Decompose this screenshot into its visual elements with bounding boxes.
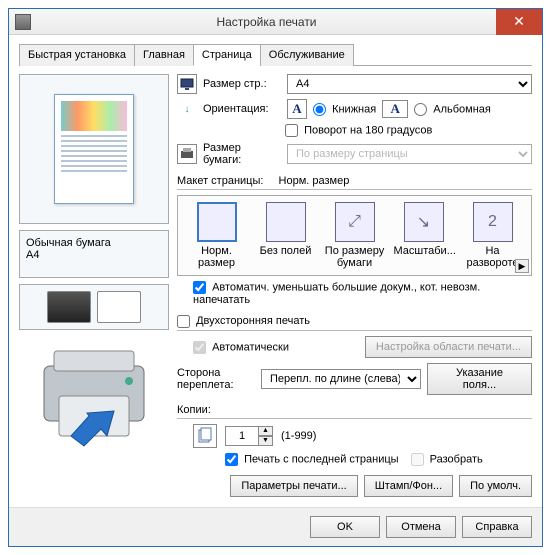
copies-row: ▲ ▼ (1-999) xyxy=(193,424,532,448)
binding-row: Сторона переплета: Перепл. по длине (сле… xyxy=(177,363,532,395)
layout-item-0[interactable]: Норм. размер xyxy=(187,202,247,269)
copies-header: Копии: xyxy=(177,402,532,419)
copies-spinner: ▲ ▼ xyxy=(225,426,273,446)
printer-icon xyxy=(177,144,197,164)
layout-header-row: Макет страницы: Норм. размер xyxy=(177,173,532,190)
landscape-radio-label[interactable]: Альбомная xyxy=(414,103,491,116)
portrait-radio-label[interactable]: Книжная xyxy=(313,103,376,116)
landscape-icon: A xyxy=(382,100,408,118)
tab-strip: Быстрая установкаГлавнаяСтраницаОбслужив… xyxy=(19,43,532,66)
duplex-label[interactable]: Двухсторонняя печать xyxy=(177,315,310,327)
printer-size-label2: бумаги: xyxy=(203,154,281,166)
autoreduce-row: Автоматич. уменьшать большие докум., кот… xyxy=(193,281,532,306)
tab-0[interactable]: Быстрая установка xyxy=(19,44,135,66)
printer-size-label1: Размер xyxy=(203,142,281,154)
tab-1[interactable]: Главная xyxy=(134,44,194,66)
layout-current: Норм. размер xyxy=(279,175,350,187)
orientation-row: ↓ Ориентация: A Книжная A Альбомная xyxy=(177,99,532,119)
dialog-body: Быстрая установкаГлавнаяСтраницаОбслужив… xyxy=(9,35,542,507)
bottom-button-row: Параметры печати... Штамп/Фон... По умол… xyxy=(177,475,532,497)
landscape-radio[interactable] xyxy=(414,103,427,116)
right-column: Размер стр.: A4 ↓ Ориентация: A Книжная … xyxy=(177,74,532,497)
copies-input[interactable] xyxy=(225,426,259,446)
tab-3[interactable]: Обслуживание xyxy=(260,44,354,66)
printer-size-select[interactable]: По размеру страницы xyxy=(287,144,532,164)
paper-size-text: A4 xyxy=(26,249,162,261)
tray-row xyxy=(19,284,169,330)
print-area-button[interactable]: Настройка области печати... xyxy=(365,336,532,358)
collate-checkbox[interactable] xyxy=(411,453,424,466)
orientation-label: Ориентация: xyxy=(203,103,281,115)
rotate180-checkbox[interactable] xyxy=(285,124,298,137)
paper-type-text: Обычная бумага xyxy=(26,237,162,249)
dialog-button-bar: OK Отмена Справка xyxy=(9,507,542,546)
app-icon xyxy=(15,14,31,30)
layout-header-label: Макет страницы: xyxy=(177,175,263,187)
left-column: Обычная бумага A4 xyxy=(19,74,169,497)
reverse-checkbox[interactable] xyxy=(225,453,238,466)
copies-up[interactable]: ▲ xyxy=(258,426,273,436)
layout-item-2[interactable]: ⤢По размеру бумаги xyxy=(325,202,385,269)
binding-label2: переплета: xyxy=(177,379,255,391)
layout-item-4[interactable]: 2На развороте xyxy=(463,202,523,269)
duplex-checkbox[interactable] xyxy=(177,315,190,328)
ok-button[interactable]: OK xyxy=(310,516,380,538)
layout-item-1[interactable]: Без полей xyxy=(256,202,316,269)
collate-label[interactable]: Разобрать xyxy=(411,453,483,466)
print-settings-window: Настройка печати ✕ Быстрая установкаГлав… xyxy=(8,8,543,547)
page-preview xyxy=(19,74,169,224)
stamp-button[interactable]: Штамп/Фон... xyxy=(364,475,453,497)
help-button[interactable]: Справка xyxy=(462,516,532,538)
reverse-label[interactable]: Печать с последней страницы xyxy=(225,453,399,466)
titlebar: Настройка печати ✕ xyxy=(9,9,542,35)
defaults-button[interactable]: По умолч. xyxy=(459,475,532,497)
binding-label1: Сторона xyxy=(177,367,255,379)
cancel-button[interactable]: Отмена xyxy=(386,516,456,538)
duplex-auto-checkbox[interactable] xyxy=(193,341,206,354)
tray-icon-light[interactable] xyxy=(97,291,141,323)
print-options-button[interactable]: Параметры печати... xyxy=(230,475,357,497)
copies-down[interactable]: ▼ xyxy=(258,436,273,446)
copies-icon xyxy=(193,424,217,448)
duplex-auto-row: Автоматически Настройка области печати..… xyxy=(193,336,532,358)
duplex-header: Двухсторонняя печать xyxy=(177,313,532,331)
page-size-label: Размер стр.: xyxy=(203,78,281,90)
margin-button[interactable]: Указание поля... xyxy=(427,363,532,395)
portrait-radio[interactable] xyxy=(313,103,326,116)
orientation-arrow-icon: ↓ xyxy=(177,99,197,119)
copies-range: (1-999) xyxy=(281,430,316,442)
duplex-auto-label[interactable]: Автоматически xyxy=(193,341,289,354)
layout-item-3[interactable]: ↘Масштаби... xyxy=(394,202,454,269)
layout-scroll-right[interactable]: ▶ xyxy=(515,259,529,273)
close-button[interactable]: ✕ xyxy=(496,9,542,35)
tray-icon-dark[interactable] xyxy=(47,291,91,323)
autoreduce-label[interactable]: Автоматич. уменьшать большие докум., кот… xyxy=(193,281,532,306)
paper-info: Обычная бумага A4 xyxy=(19,230,169,278)
printer-paper-row: Размер бумаги: По размеру страницы xyxy=(177,142,532,166)
layout-options: Норм. размерБез полей⤢По размеру бумаги↘… xyxy=(177,195,532,276)
content-area: Обычная бумага A4 xyxy=(19,74,532,497)
portrait-icon: A xyxy=(287,99,307,119)
printer-illustration xyxy=(19,336,169,456)
rotate-row: Поворот на 180 градусов xyxy=(285,124,532,137)
window-title: Настройка печати xyxy=(37,15,496,29)
rotate180-checkbox-label[interactable]: Поворот на 180 градусов xyxy=(285,124,432,137)
copies-options-row: Печать с последней страницы Разобрать xyxy=(225,453,532,466)
page-size-row: Размер стр.: A4 xyxy=(177,74,532,94)
autoreduce-checkbox[interactable] xyxy=(193,281,206,294)
monitor-icon xyxy=(177,74,197,94)
page-size-select[interactable]: A4 xyxy=(287,74,532,94)
tab-2[interactable]: Страница xyxy=(193,44,261,66)
page-thumbnail xyxy=(54,94,134,204)
binding-select[interactable]: Перепл. по длине (слева) xyxy=(261,369,421,389)
